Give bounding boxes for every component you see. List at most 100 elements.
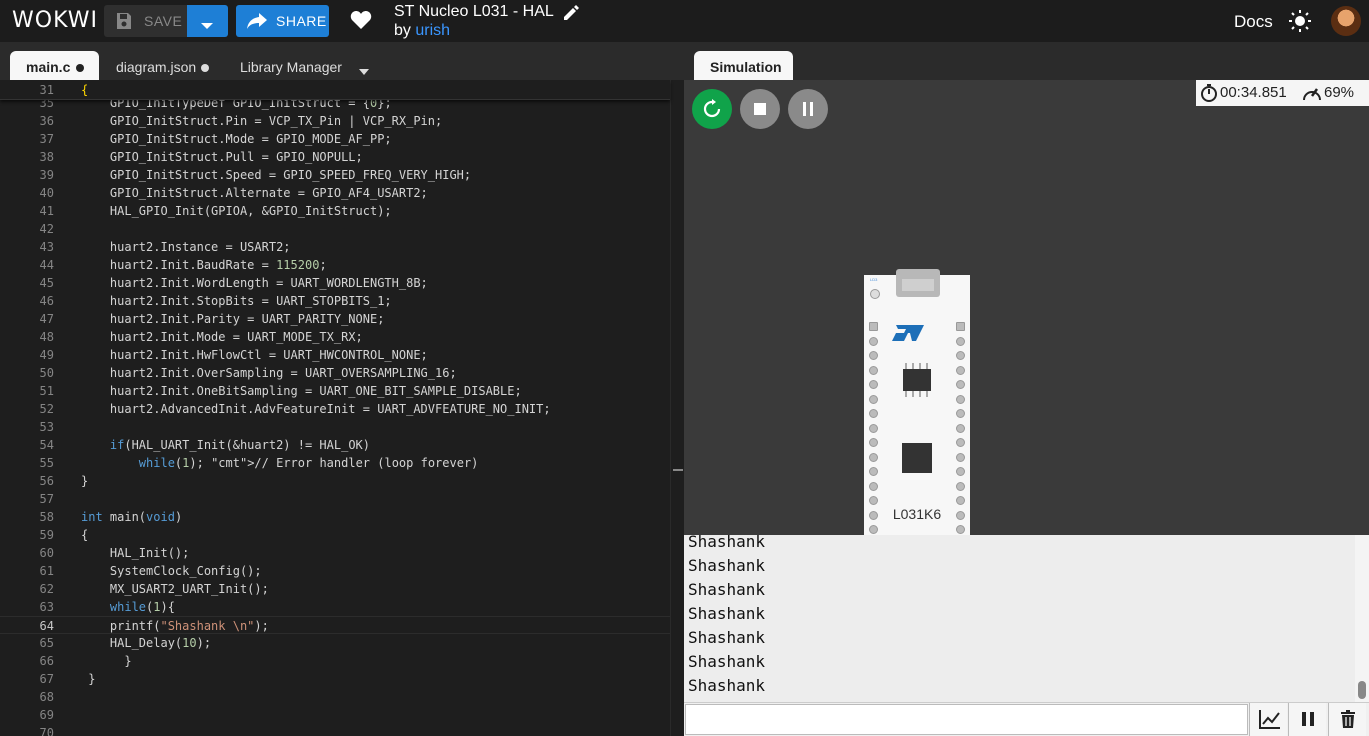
- save-dropdown-button[interactable]: [187, 5, 228, 37]
- header-pin[interactable]: [869, 467, 878, 476]
- header-pin[interactable]: [869, 351, 878, 360]
- header-pin[interactable]: [869, 409, 878, 418]
- header-pin[interactable]: [956, 380, 965, 389]
- code-line[interactable]: 41 HAL_GPIO_Init(GPIOA, &GPIO_InitStruct…: [0, 202, 670, 220]
- code-line[interactable]: 42: [0, 220, 670, 238]
- code-line[interactable]: 60 HAL_Init();: [0, 544, 670, 562]
- line-number: 64: [39, 619, 54, 633]
- header-pin[interactable]: [956, 365, 965, 375]
- header-pin[interactable]: [869, 438, 878, 447]
- code-line[interactable]: 61 SystemClock_Config();: [0, 562, 670, 580]
- code-line[interactable]: 59 {: [0, 526, 670, 544]
- code-line[interactable]: 63 while(1){: [0, 598, 670, 616]
- header-pin[interactable]: [956, 394, 965, 404]
- header-pin[interactable]: [956, 452, 965, 462]
- header-pin[interactable]: [869, 336, 878, 346]
- header-pin[interactable]: [869, 365, 878, 375]
- code-line[interactable]: 52 huart2.AdvancedInit.AdvFeatureInit = …: [0, 400, 670, 418]
- tab-main-c[interactable]: main.c: [10, 51, 99, 80]
- tab-library-manager[interactable]: Library Manager: [226, 51, 346, 80]
- header-pin[interactable]: [956, 467, 965, 476]
- serial-input-field[interactable]: [685, 704, 1248, 735]
- code-line[interactable]: 68: [0, 688, 670, 706]
- code-line[interactable]: 43 huart2.Instance = USART2;: [0, 238, 670, 256]
- line-number: 50: [39, 366, 54, 380]
- header-pin[interactable]: [869, 380, 878, 389]
- header-pin[interactable]: [956, 409, 965, 418]
- trash-icon: [1341, 710, 1355, 728]
- reset-button[interactable]: [870, 289, 880, 299]
- header-pin[interactable]: [869, 322, 878, 331]
- code-line[interactable]: 39 GPIO_InitStruct.Speed = GPIO_SPEED_FR…: [0, 166, 670, 184]
- stop-simulation-button[interactable]: [740, 89, 780, 129]
- pencil-icon[interactable]: [562, 4, 580, 27]
- pause-serial-button[interactable]: [1288, 703, 1326, 736]
- nucleo-board[interactable]: LD3 L031K6: [864, 269, 970, 535]
- code-line[interactable]: 67 }: [0, 670, 670, 688]
- code-line[interactable]: 53: [0, 418, 670, 436]
- code-line[interactable]: 54 if(HAL_UART_Init(&huart2) != HAL_OK): [0, 436, 670, 454]
- user-avatar[interactable]: [1331, 6, 1361, 36]
- header-pin[interactable]: [956, 481, 965, 491]
- code-editor[interactable]: 31 { 35 GPIO_InitTypeDef GPIO_InitStruct…: [0, 80, 684, 736]
- tab-diagram-json[interactable]: diagram.json: [104, 51, 216, 80]
- serial-scrollbar[interactable]: [1355, 535, 1369, 702]
- code-line[interactable]: 45 huart2.Init.WordLength = UART_WORDLEN…: [0, 274, 670, 292]
- code-line[interactable]: 55 while(1); "cmt">// Error handler (loo…: [0, 454, 670, 472]
- serial-monitor-output[interactable]: Shashank Shashank Shashank Shashank Shashank…: [684, 535, 1355, 702]
- line-number: 42: [39, 222, 54, 236]
- code-line[interactable]: 48 huart2.Init.Mode = UART_MODE_TX_RX;: [0, 328, 670, 346]
- clear-serial-button[interactable]: [1328, 703, 1366, 736]
- header-pin[interactable]: [869, 394, 878, 404]
- code-line[interactable]: 66 }: [0, 652, 670, 670]
- sticky-scroll-line[interactable]: 31 {: [0, 80, 670, 100]
- header-pin[interactable]: [869, 452, 878, 462]
- line-number: 47: [39, 312, 54, 326]
- header-pin[interactable]: [869, 496, 878, 505]
- code-line[interactable]: 44 huart2.Init.BaudRate = 115200;: [0, 256, 670, 274]
- code-line[interactable]: 49 huart2.Init.HwFlowCtl = UART_HWCONTRO…: [0, 346, 670, 364]
- pause-simulation-button[interactable]: [788, 89, 828, 129]
- header-pin[interactable]: [956, 496, 965, 505]
- line-number: 51: [39, 384, 54, 398]
- code-line[interactable]: 46 huart2.Init.StopBits = UART_STOPBITS_…: [0, 292, 670, 310]
- simulation-canvas[interactable]: 00:34.851 69% LD3 L031K6: [684, 80, 1369, 535]
- header-pin[interactable]: [956, 423, 965, 433]
- code-line[interactable]: 37 GPIO_InitStruct.Mode = GPIO_MODE_AF_P…: [0, 130, 670, 148]
- header-pin[interactable]: [869, 481, 878, 491]
- tab-simulation[interactable]: Simulation: [694, 51, 793, 80]
- code-line[interactable]: 47 huart2.Init.Parity = UART_PARITY_NONE…: [0, 310, 670, 328]
- code-line[interactable]: 40 GPIO_InitStruct.Alternate = GPIO_AF4_…: [0, 184, 670, 202]
- code-line[interactable]: 51 huart2.Init.OneBitSampling = UART_ONE…: [0, 382, 670, 400]
- header-pin[interactable]: [956, 438, 965, 447]
- author-link[interactable]: urish: [415, 22, 450, 39]
- save-button[interactable]: SAVE: [104, 5, 187, 37]
- code-line[interactable]: 64 printf("Shashank \n");: [0, 616, 670, 634]
- heart-icon[interactable]: [350, 10, 372, 35]
- restart-simulation-button[interactable]: [692, 89, 732, 129]
- code-line[interactable]: 58 int main(void): [0, 508, 670, 526]
- header-pin[interactable]: [956, 525, 965, 534]
- code-line[interactable]: 38 GPIO_InitStruct.Pull = GPIO_NOPULL;: [0, 148, 670, 166]
- scrollbar-thumb[interactable]: [1358, 681, 1366, 699]
- header-pin[interactable]: [956, 322, 965, 331]
- header-pin[interactable]: [869, 525, 878, 534]
- code-line[interactable]: 57: [0, 490, 670, 508]
- code-line[interactable]: 50 huart2.Init.OverSampling = UART_OVERS…: [0, 364, 670, 382]
- sun-icon[interactable]: [1288, 9, 1312, 38]
- code-line[interactable]: 36 GPIO_InitStruct.Pin = VCP_TX_Pin | VC…: [0, 112, 670, 130]
- plotter-button[interactable]: [1249, 703, 1287, 736]
- code-line[interactable]: 69: [0, 706, 670, 724]
- header-pin[interactable]: [956, 336, 965, 346]
- editor-scrollbar[interactable]: [670, 80, 684, 736]
- tab-menu-caret-icon[interactable]: [359, 62, 369, 80]
- code-line[interactable]: 65 HAL_Delay(10);: [0, 634, 670, 652]
- code-line[interactable]: 70: [0, 724, 670, 736]
- code-line[interactable]: 56}: [0, 472, 670, 490]
- share-button[interactable]: SHARE: [236, 5, 329, 37]
- header-pin[interactable]: [869, 423, 878, 433]
- header-pin[interactable]: [956, 351, 965, 360]
- docs-link[interactable]: Docs: [1234, 12, 1273, 32]
- code-line[interactable]: 62 MX_USART2_UART_Init();: [0, 580, 670, 598]
- wokwi-logo[interactable]: WOKWI: [12, 8, 98, 33]
